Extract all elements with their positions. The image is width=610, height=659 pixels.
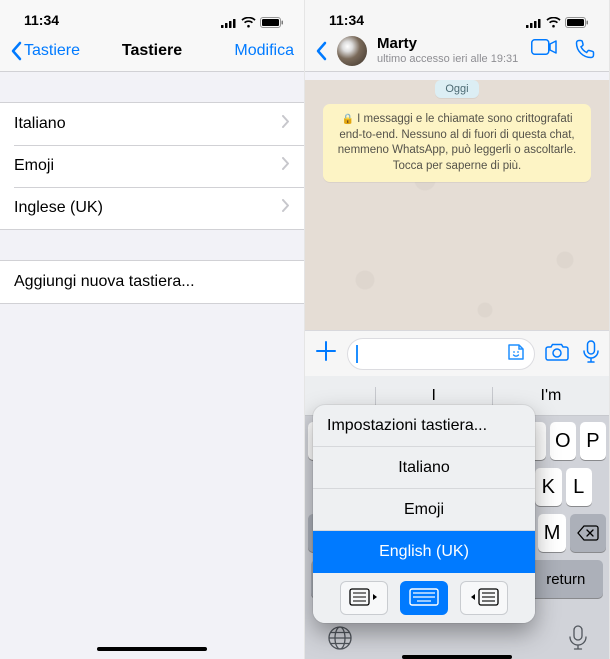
dock-full-button[interactable] bbox=[400, 581, 448, 615]
key-l[interactable]: L bbox=[566, 468, 592, 506]
return-key[interactable]: return bbox=[529, 560, 603, 598]
back-label: Tastiere bbox=[24, 42, 80, 60]
settings-screen: 11:34 Tastiere Tastiere Modifica Italian… bbox=[0, 0, 305, 659]
lock-icon: 🔒 bbox=[341, 114, 353, 125]
chevron-right-icon bbox=[282, 157, 290, 175]
wifi-icon bbox=[241, 17, 256, 28]
edit-button[interactable]: Modifica bbox=[234, 42, 294, 60]
mic-icon bbox=[569, 625, 587, 651]
language-option[interactable]: Italiano bbox=[313, 447, 535, 489]
keyboard-row-label: Italiano bbox=[14, 115, 66, 133]
status-time: 11:34 bbox=[24, 12, 59, 28]
dock-right-button[interactable] bbox=[460, 581, 508, 615]
globe-button[interactable] bbox=[327, 625, 353, 654]
back-button[interactable]: Tastiere bbox=[10, 41, 80, 61]
keyboard-row[interactable]: Italiano bbox=[0, 103, 304, 145]
suggestion[interactable]: I'm bbox=[492, 387, 609, 405]
installed-keyboards-group: Italiano Emoji Inglese (UK) bbox=[0, 102, 304, 230]
add-keyboard-label: Aggiungi nuova tastiera... bbox=[14, 273, 195, 291]
encryption-text: I messaggi e le chiamate sono crittograf… bbox=[338, 113, 576, 172]
keyboard-settings-item[interactable]: Impostazioni tastiera... bbox=[313, 405, 535, 447]
key-p[interactable]: P bbox=[580, 422, 606, 460]
language-option-selected[interactable]: English (UK) bbox=[313, 531, 535, 573]
plus-icon bbox=[315, 340, 337, 362]
home-indicator[interactable] bbox=[402, 655, 512, 659]
status-icons bbox=[221, 17, 284, 28]
battery-icon bbox=[565, 17, 589, 28]
keyboard: I I'm Q W E R T Y U I O P A S D F G bbox=[305, 376, 609, 659]
status-bar: 11:34 bbox=[305, 0, 609, 30]
video-call-button[interactable] bbox=[531, 39, 557, 62]
chevron-left-icon bbox=[10, 41, 22, 61]
cellular-icon bbox=[526, 18, 542, 28]
video-icon bbox=[531, 39, 557, 55]
contact-name: Marty bbox=[377, 36, 521, 53]
battery-icon bbox=[260, 17, 284, 28]
status-icons bbox=[526, 17, 589, 28]
contact-info[interactable]: Marty ultimo accesso ieri alle 19:31 bbox=[377, 36, 521, 65]
keyboard-row[interactable]: Inglese (UK) bbox=[0, 187, 304, 229]
add-keyboard-button[interactable]: Aggiungi nuova tastiera... bbox=[0, 261, 304, 303]
chevron-right-icon bbox=[282, 199, 290, 217]
status-bar: 11:34 bbox=[0, 0, 304, 30]
keyboard-dock-left-icon bbox=[349, 588, 379, 608]
sticker-icon bbox=[506, 342, 526, 362]
language-option[interactable]: Emoji bbox=[313, 489, 535, 531]
last-seen-label: ultimo accesso ieri alle 19:31 bbox=[377, 53, 521, 65]
suggestion[interactable]: I bbox=[375, 387, 492, 405]
keyboard-dock-right-icon bbox=[469, 588, 499, 608]
nav-bar: Tastiere Tastiere Modifica bbox=[0, 30, 304, 72]
backspace-key[interactable] bbox=[570, 514, 606, 552]
home-indicator[interactable] bbox=[97, 647, 207, 651]
chevron-right-icon bbox=[282, 115, 290, 133]
attach-button[interactable] bbox=[311, 338, 341, 369]
date-separator: Oggi bbox=[435, 80, 478, 98]
status-time: 11:34 bbox=[329, 12, 364, 28]
keyboard-row-label: Inglese (UK) bbox=[14, 199, 103, 217]
keyboard-row-label: Emoji bbox=[14, 157, 54, 175]
phone-icon bbox=[575, 39, 595, 59]
text-caret bbox=[356, 345, 358, 363]
encryption-notice[interactable]: 🔒 I messaggi e le chiamate sono crittogr… bbox=[323, 104, 591, 182]
key-k[interactable]: K bbox=[535, 468, 561, 506]
key-o[interactable]: O bbox=[550, 422, 576, 460]
keyboard-row[interactable]: Emoji bbox=[0, 145, 304, 187]
dictation-button[interactable] bbox=[569, 625, 587, 654]
avatar[interactable] bbox=[337, 36, 367, 66]
voice-call-button[interactable] bbox=[575, 39, 595, 62]
message-input[interactable] bbox=[347, 338, 535, 370]
whatsapp-chat-screen: 11:34 Marty ultimo accesso ieri alle 19:… bbox=[305, 0, 610, 659]
cellular-icon bbox=[221, 18, 237, 28]
add-keyboard-group: Aggiungi nuova tastiera... bbox=[0, 260, 304, 304]
message-input-bar bbox=[305, 330, 609, 376]
backspace-icon bbox=[577, 525, 599, 541]
keyboard-dock-options bbox=[313, 573, 535, 623]
chat-header: Marty ultimo accesso ieri alle 19:31 bbox=[305, 30, 609, 72]
dock-left-button[interactable] bbox=[340, 581, 388, 615]
mic-icon bbox=[583, 340, 599, 364]
keyboard-language-popup: Impostazioni tastiera... Italiano Emoji … bbox=[313, 405, 535, 623]
sticker-button[interactable] bbox=[506, 342, 526, 365]
back-button[interactable] bbox=[315, 41, 327, 61]
keyboard-bottom-bar bbox=[305, 623, 609, 659]
chevron-left-icon bbox=[315, 41, 327, 61]
keyboard-full-icon bbox=[409, 588, 439, 608]
camera-icon bbox=[545, 342, 569, 362]
messages-area[interactable]: Oggi 🔒 I messaggi e le chiamate sono cri… bbox=[305, 80, 609, 376]
wifi-icon bbox=[546, 17, 561, 28]
camera-button[interactable] bbox=[541, 342, 573, 365]
globe-icon bbox=[327, 625, 353, 651]
mic-button[interactable] bbox=[579, 340, 603, 367]
key-m[interactable]: M bbox=[538, 514, 566, 552]
